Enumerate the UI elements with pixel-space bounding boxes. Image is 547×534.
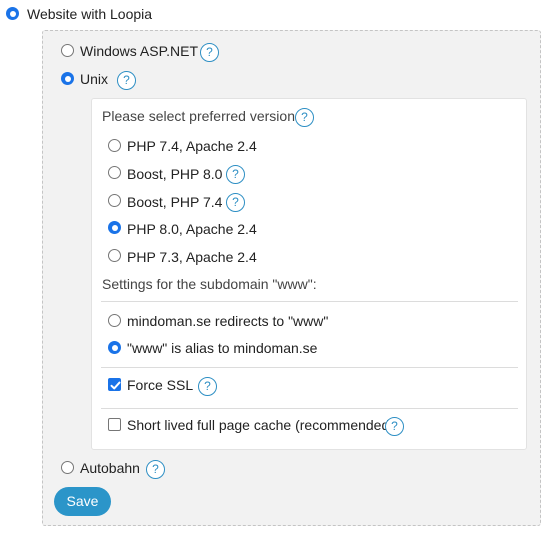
force-ssl-help-icon[interactable]: ? — [198, 377, 217, 396]
version-option-label[interactable]: Boost, PHP 7.4 — [127, 194, 222, 210]
boost-php74-help-icon[interactable]: ? — [226, 193, 245, 212]
cache-checkbox[interactable] — [108, 418, 121, 431]
version-option-label[interactable]: PHP 7.4, Apache 2.4 — [127, 138, 257, 154]
version-prompt: Please select preferred version: — [102, 108, 299, 124]
website-with-loopia-radio[interactable] — [6, 7, 19, 20]
subdomain-heading: Settings for the subdomain "www": — [102, 276, 317, 292]
unix-radio[interactable] — [61, 72, 74, 85]
checkmark-icon — [110, 381, 121, 390]
autobahn-radio[interactable] — [61, 461, 74, 474]
divider — [101, 408, 518, 409]
subdomain-redirect-radio[interactable] — [108, 314, 121, 327]
version-option-label[interactable]: PHP 7.3, Apache 2.4 — [127, 249, 257, 265]
version-option-radio[interactable] — [108, 139, 121, 152]
unix-help-icon[interactable]: ? — [117, 71, 136, 90]
divider — [101, 367, 518, 368]
version-option-radio[interactable] — [108, 249, 121, 262]
save-button[interactable]: Save — [54, 487, 111, 516]
cache-label[interactable]: Short lived full page cache (recommended… — [127, 417, 394, 433]
version-option-radio[interactable] — [108, 166, 121, 179]
windows-aspnet-radio[interactable] — [61, 44, 74, 57]
autobahn-label[interactable]: Autobahn — [80, 460, 140, 476]
boost-php80-help-icon[interactable]: ? — [226, 165, 245, 184]
windows-aspnet-label[interactable]: Windows ASP.NET — [80, 43, 198, 59]
version-help-icon[interactable]: ? — [295, 108, 314, 127]
force-ssl-checkbox[interactable] — [108, 378, 121, 391]
version-option-label[interactable]: Boost, PHP 8.0 — [127, 166, 222, 182]
unix-label[interactable]: Unix — [80, 71, 108, 87]
version-option-label[interactable]: PHP 8.0, Apache 2.4 — [127, 221, 257, 237]
cache-help-icon[interactable]: ? — [385, 417, 404, 436]
windows-aspnet-help-icon[interactable]: ? — [200, 43, 219, 62]
divider — [101, 301, 518, 302]
subdomain-redirect-label[interactable]: mindoman.se redirects to "www" — [127, 313, 328, 329]
force-ssl-label[interactable]: Force SSL — [127, 377, 193, 393]
version-option-radio[interactable] — [108, 221, 121, 234]
subdomain-alias-radio[interactable] — [108, 341, 121, 354]
autobahn-help-icon[interactable]: ? — [146, 460, 165, 479]
version-option-radio[interactable] — [108, 194, 121, 207]
website-with-loopia-label[interactable]: Website with Loopia — [27, 6, 152, 22]
subdomain-alias-label[interactable]: "www" is alias to mindoman.se — [127, 340, 317, 356]
